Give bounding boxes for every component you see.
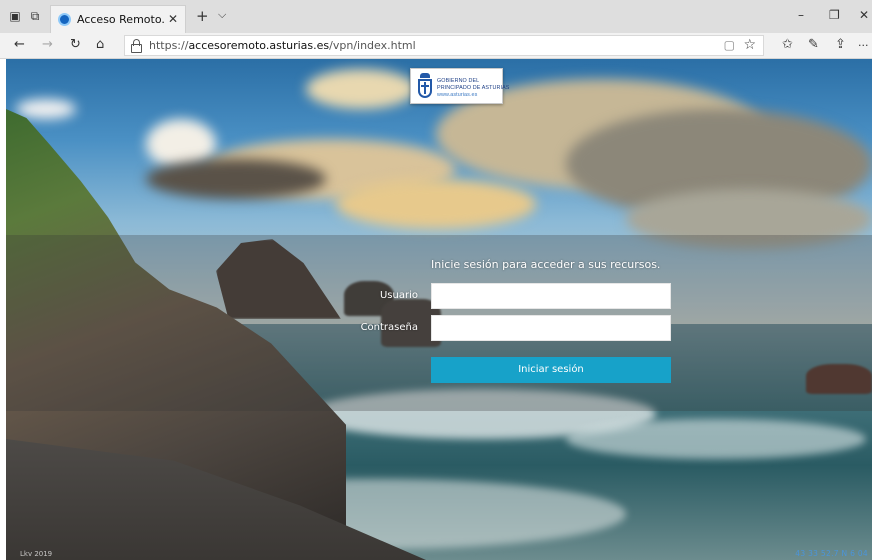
navigation-bar: ← → ↻ ⌂ https://accesoremoto.asturias.es…	[0, 33, 872, 59]
gobierno-asturias-logo[interactable]: GOBIERNO DEL PRINCIPADO DE ASTURIAS www.…	[410, 68, 509, 104]
web-note-pen-icon[interactable]: ✎	[808, 37, 819, 52]
url-scheme: https://	[149, 39, 189, 52]
coat-of-arms-icon	[417, 73, 433, 100]
set-aside-tabs-icon[interactable]: ⧉	[28, 9, 42, 23]
refresh-button[interactable]: ↻	[70, 38, 81, 52]
tab-close-icon[interactable]: ✕	[168, 12, 178, 26]
username-input[interactable]	[431, 283, 671, 309]
lock-icon	[131, 39, 142, 53]
reading-view-icon[interactable]: ▢	[724, 38, 735, 52]
tab-title: Acceso Remoto. Gobier	[77, 13, 167, 26]
page-viewport: GOBIERNO DEL PRINCIPADO DE ASTURIAS www.…	[6, 59, 872, 560]
photo-credit: Lkv 2019	[20, 550, 53, 558]
more-options-icon[interactable]: ···	[858, 39, 869, 52]
restore-button[interactable]: ❐	[829, 8, 840, 22]
wave-foam	[566, 419, 866, 459]
password-label: Contraseña	[360, 322, 418, 333]
logo-line-3: www.asturias.es	[437, 92, 478, 98]
tab-list-chevron-icon[interactable]: ⌵	[218, 8, 226, 22]
logo-line-2: PRINCIPADO DE ASTURIAS	[437, 85, 510, 91]
home-button[interactable]: ⌂	[96, 38, 104, 52]
minimize-button[interactable]: –	[798, 8, 804, 22]
tab-actions-icon[interactable]: ▣	[8, 9, 22, 23]
tab-bar: ▣ ⧉ Acceso Remoto. Gobier ✕ + ⌵ – ❐ ✕	[0, 0, 872, 33]
username-label: Usuario	[379, 290, 418, 301]
back-button[interactable]: ←	[14, 38, 25, 52]
browser-tab[interactable]: Acceso Remoto. Gobier ✕	[50, 5, 186, 33]
cloud	[16, 99, 76, 119]
password-input[interactable]	[431, 315, 671, 341]
login-button[interactable]: Iniciar sesión	[431, 357, 671, 383]
window-close-button[interactable]: ✕	[859, 8, 869, 22]
address-url[interactable]: https://accesoremoto.asturias.es/vpn/ind…	[149, 39, 416, 52]
favorites-hub-icon[interactable]: ✩	[782, 37, 793, 52]
cloud	[306, 69, 416, 109]
cloud	[336, 179, 536, 229]
site-favicon-icon	[58, 13, 71, 26]
forward-button[interactable]: →	[42, 38, 53, 52]
address-bar[interactable]: https://accesoremoto.asturias.es/vpn/ind…	[124, 35, 764, 56]
photo-coordinates: 43 33 52.7 N 6 04	[795, 549, 868, 558]
url-path: /vpn/index.html	[329, 39, 416, 52]
login-prompt: Inicie sesión para acceder a sus recurso…	[431, 258, 661, 271]
cloud	[146, 159, 326, 199]
add-favorite-star-icon[interactable]: ☆	[743, 37, 756, 53]
url-host: accesoremoto.asturias.es	[188, 39, 330, 52]
logo-line-1: GOBIERNO DEL	[437, 78, 480, 84]
share-icon[interactable]: ⇪	[835, 37, 846, 52]
new-tab-button[interactable]: +	[196, 7, 209, 25]
